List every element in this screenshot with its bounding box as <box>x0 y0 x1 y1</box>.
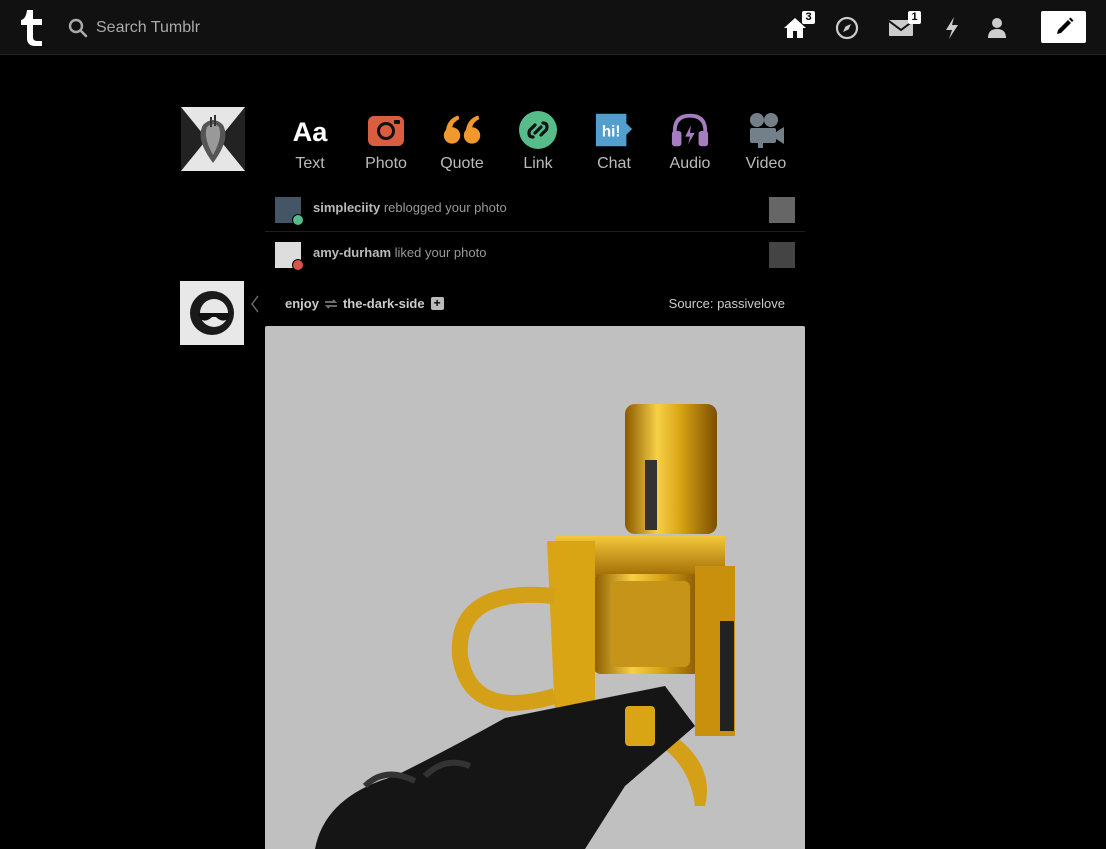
quote-icon <box>442 110 482 150</box>
sunglasses-face-avatar-image <box>190 291 234 335</box>
compose-button[interactable] <box>1041 11 1086 43</box>
link-icon <box>518 110 558 150</box>
account-button[interactable] <box>983 14 1011 42</box>
chat-bubble-icon: hi! <box>594 110 634 150</box>
post-type-label: Chat <box>597 155 631 172</box>
lightning-icon <box>946 17 958 39</box>
activity-text: amy-durham liked your photo <box>313 245 486 260</box>
follow-plus-icon[interactable]: + <box>430 297 444 310</box>
activity-action: reblogged your photo <box>383 200 507 215</box>
video-camera-icon <box>746 110 786 150</box>
activity-thumbnail[interactable] <box>769 197 795 223</box>
post-blog-avatar[interactable] <box>180 281 244 345</box>
camera-icon <box>366 110 406 150</box>
reblog-icon <box>292 214 304 226</box>
inbox-badge: 1 <box>908 11 921 24</box>
activity-button[interactable] <box>938 14 966 42</box>
post-type-chat[interactable]: hi! Chat <box>576 108 652 176</box>
post-type-audio[interactable]: Audio <box>652 108 728 176</box>
post-type-link[interactable]: Link <box>500 108 576 176</box>
reblog-icon <box>324 298 338 309</box>
post-source[interactable]: Source: passivelove <box>669 296 785 311</box>
gold-revolver-image <box>315 404 735 849</box>
user-avatar[interactable] <box>181 107 245 171</box>
chevron-left-icon <box>250 295 260 313</box>
svg-text:Aa: Aa <box>293 116 329 147</box>
activity-item[interactable]: simpleciity reblogged your photo <box>265 192 805 236</box>
post-type-label: Photo <box>365 155 407 172</box>
post-photo[interactable] <box>265 326 805 849</box>
activity-avatar[interactable] <box>275 242 304 271</box>
activity-action: liked your photo <box>394 245 487 260</box>
activity-divider <box>265 231 805 232</box>
post-type-label: Text <box>295 155 325 172</box>
post-type-label: Link <box>523 155 553 172</box>
home-button[interactable]: 3 <box>781 11 815 42</box>
post-type-label: Audio <box>669 155 711 172</box>
post-type-label: Quote <box>440 155 484 172</box>
search-box[interactable] <box>68 16 268 40</box>
svg-text:hi!: hi! <box>602 124 621 141</box>
post-attribution: enjoy the-dark-side + <box>285 296 444 311</box>
search-icon <box>68 18 88 38</box>
user-icon <box>988 18 1006 38</box>
headphones-icon <box>670 110 710 150</box>
compass-icon <box>835 16 859 40</box>
top-navbar: 3 1 <box>0 0 1106 55</box>
anatomical-heart-avatar-image <box>181 107 245 171</box>
post-type-video[interactable]: Video <box>728 108 804 176</box>
text-post-icon: Aa <box>290 110 330 150</box>
inbox-button[interactable]: 1 <box>887 11 921 42</box>
activity-avatar[interactable] <box>275 197 304 226</box>
explore-button[interactable] <box>833 14 861 42</box>
post-header: enjoy the-dark-side + Source: passivelov… <box>265 285 805 325</box>
home-badge: 3 <box>802 11 815 24</box>
activity-text: simpleciity reblogged your photo <box>313 200 507 215</box>
activity-username[interactable]: simpleciity <box>313 200 380 215</box>
heart-icon <box>292 259 304 271</box>
activity-thumbnail[interactable] <box>769 242 795 268</box>
search-input[interactable] <box>96 19 256 37</box>
post-type-text[interactable]: Aa Text <box>272 108 348 176</box>
post-blog-name[interactable]: enjoy <box>285 296 319 311</box>
post-type-bar: Aa Text Photo Quote Link hi! Chat Audio … <box>272 108 804 176</box>
tumblr-logo-icon[interactable] <box>17 8 47 48</box>
activity-username[interactable]: amy-durham <box>313 245 391 260</box>
post-type-photo[interactable]: Photo <box>348 108 424 176</box>
pencil-icon <box>1056 17 1073 34</box>
post-reblogged-from[interactable]: the-dark-side <box>343 296 425 311</box>
activity-item[interactable]: amy-durham liked your photo <box>265 237 805 281</box>
post-type-label: Video <box>745 155 787 172</box>
post-type-quote[interactable]: Quote <box>424 108 500 176</box>
